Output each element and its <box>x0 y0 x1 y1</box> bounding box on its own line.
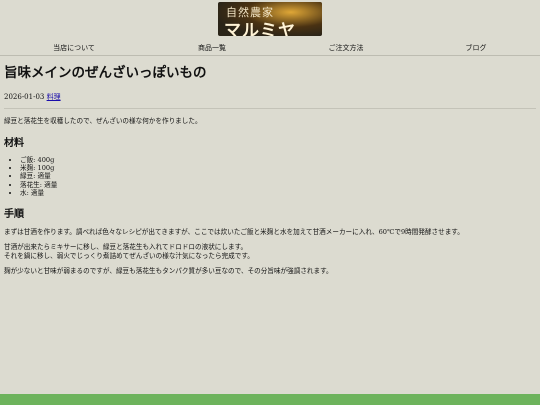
ingredient-item: 水: 適量 <box>20 189 536 197</box>
ingredient-item: 落花生: 適量 <box>20 181 536 189</box>
page: 自然農家 マルミヤ 当店について 商品一覧 ご注文方法 ブログ 旨味メインのぜん… <box>0 0 540 405</box>
category-link[interactable]: 料理 <box>47 93 61 101</box>
logo-line2: マルミヤ <box>224 21 296 36</box>
article-meta: 2026-01-03 料理 <box>4 92 536 102</box>
nav-item-blog[interactable]: ブログ <box>466 43 487 53</box>
bottom-bar <box>0 394 540 405</box>
nav-item-products[interactable]: 商品一覧 <box>198 43 226 53</box>
article-intro: 緑豆と落花生を収穫したので、ぜんざいの様な何かを作りました。 <box>4 117 202 125</box>
steps-section: まずは甘酒を作ります。調べれば色々なレシピが出てきますが、ここでは炊いたご飯と米… <box>4 228 536 276</box>
ingredients-list: ご飯: 400g 米麹: 100g 緑豆: 適量 落花生: 適量 水: 適量 <box>4 156 536 197</box>
ingredient-item: ご飯: 400g <box>20 156 536 164</box>
ingredients-heading: 材料 <box>4 138 24 149</box>
nav-divider <box>0 55 540 56</box>
ingredient-item: 緑豆: 適量 <box>20 172 536 180</box>
step-paragraph: 甘酒が出来たらミキサーに移し、緑豆と落花生も入れてドロドロの液状にします。 <box>4 243 248 252</box>
nav-item-ordering[interactable]: ご注文方法 <box>329 43 364 53</box>
article: 旨味メインのぜんざいっぽいもの 2026-01-03 料理 緑豆と落花生を収穫し… <box>4 62 536 276</box>
main-nav: 当店について 商品一覧 ご注文方法 ブログ <box>0 41 540 55</box>
site-logo[interactable]: 自然農家 マルミヤ <box>218 2 322 36</box>
step-paragraph: まずは甘酒を作ります。調べれば色々なレシピが出てきますが、ここでは炊いたご飯と米… <box>4 228 464 237</box>
ingredient-item: 米麹: 100g <box>20 164 536 172</box>
article-date: 2026-01-03 <box>4 93 45 101</box>
step-paragraph: 麹が少ないと甘味が弱まるのですが、緑豆も落花生もタンパク質が多い豆なので、その分… <box>4 267 333 276</box>
article-divider <box>4 108 536 109</box>
article-title: 旨味メインのぜんざいっぽいもの <box>4 65 207 81</box>
steps-heading: 手順 <box>4 209 24 221</box>
step-paragraph: それを鍋に移し、弱火でじっくり煮詰めてぜんざいの様な汁気になったら完成です。 <box>4 252 254 261</box>
nav-item-about[interactable]: 当店について <box>53 43 95 53</box>
